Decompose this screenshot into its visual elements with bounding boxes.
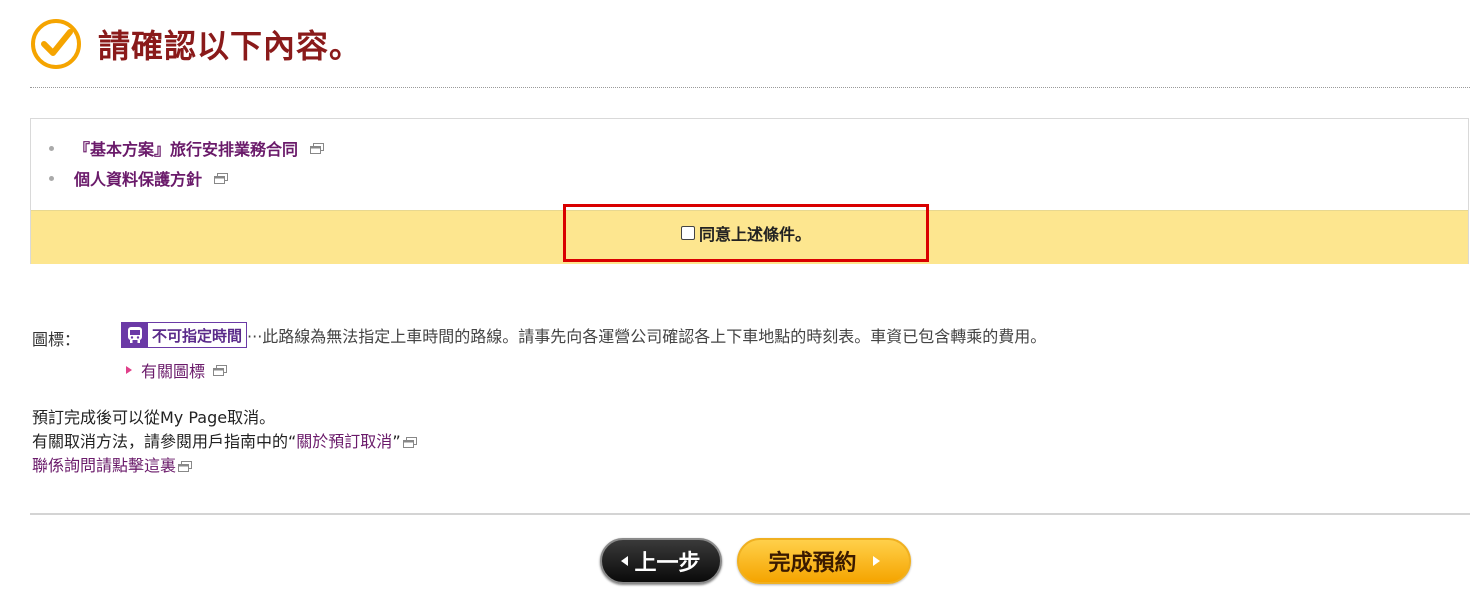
cancel-line-3: 聯係詢問請點擊這裏	[32, 454, 417, 478]
check-circle-icon	[31, 19, 81, 69]
terms-box: 『基本方案』旅行安排業務合同 個人資料保護方針 同意上述條件。	[30, 118, 1469, 264]
about-cancellation-link[interactable]: 關於預訂取消	[296, 430, 392, 454]
legend-link-row: 有關圖標	[126, 358, 228, 382]
no-time-designation-badge: 不可指定時間	[121, 322, 248, 348]
confirmation-page: 請確認以下內容。 『基本方案』旅行安排業務合同 個人資料保護方針 同意上述條件。…	[0, 0, 1479, 594]
contract-link[interactable]: 『基本方案』旅行安排業務合同	[74, 136, 298, 160]
legend-description: ···此路線為無法指定上車時間的路線。請事先向各運營公司確認各上下車地點的時刻表…	[247, 327, 1047, 346]
agree-checkbox[interactable]	[680, 226, 695, 240]
terms-item-contract: 『基本方案』旅行安排業務合同	[45, 133, 325, 163]
cancel-line-2: 有關取消方法，請參閱用戶指南中的“ 關於預訂取消 ”	[32, 430, 417, 454]
popup-window-icon[interactable]	[310, 142, 325, 154]
popup-window-icon[interactable]	[402, 436, 417, 448]
agree-label[interactable]: 同意上述條件。	[699, 221, 811, 245]
cancel-method-suffix: ”	[392, 432, 401, 451]
popup-window-icon[interactable]	[213, 364, 228, 376]
arrow-left-icon	[621, 556, 629, 566]
arrow-right-icon	[872, 556, 880, 566]
privacy-policy-link[interactable]: 個人資料保護方針	[74, 166, 202, 190]
cancellation-info: 預訂完成後可以從My Page取消。 有關取消方法，請參閱用戶指南中的“ 關於預…	[32, 406, 417, 478]
page-header: 請確認以下內容。	[30, 16, 362, 72]
complete-booking-label: 完成預約	[768, 551, 857, 576]
contact-link[interactable]: 聯係詢問請點擊這裏	[32, 454, 176, 478]
agree-highlight-frame[interactable]: 同意上述條件。	[563, 204, 929, 262]
badge-text: 不可指定時間	[148, 324, 247, 346]
popup-window-icon[interactable]	[214, 172, 229, 184]
cancel-line-1: 預訂完成後可以從My Page取消。	[32, 406, 417, 430]
cancel-method-prefix: 有關取消方法，請參閱用戶指南中的“	[32, 432, 297, 451]
about-icons-link[interactable]: 有關圖標	[141, 358, 205, 382]
cancel-text: 預訂完成後可以從My Page取消。	[32, 408, 276, 427]
bus-icon	[122, 323, 148, 347]
terms-item-privacy: 個人資料保護方針	[45, 163, 324, 193]
triangle-right-icon	[126, 366, 132, 374]
back-button[interactable]: 上一步	[600, 538, 722, 584]
legend-row: 不可指定時間 ···此路線為無法指定上車時間的路線。請事先向各運營公司確認各上下…	[121, 322, 1046, 348]
back-button-label: 上一步	[634, 551, 701, 576]
bottom-divider	[30, 513, 1470, 515]
complete-booking-button[interactable]: 完成預約	[737, 538, 911, 584]
bullet-icon	[49, 145, 54, 151]
header-divider	[30, 87, 1470, 88]
bullet-icon	[49, 175, 54, 181]
popup-window-icon[interactable]	[178, 460, 193, 472]
legend-label: 圖標：	[32, 330, 81, 349]
agree-band: 同意上述條件。	[31, 204, 1468, 264]
terms-list: 『基本方案』旅行安排業務合同 個人資料保護方針	[45, 133, 325, 193]
page-title: 請確認以下內容。	[98, 27, 363, 65]
